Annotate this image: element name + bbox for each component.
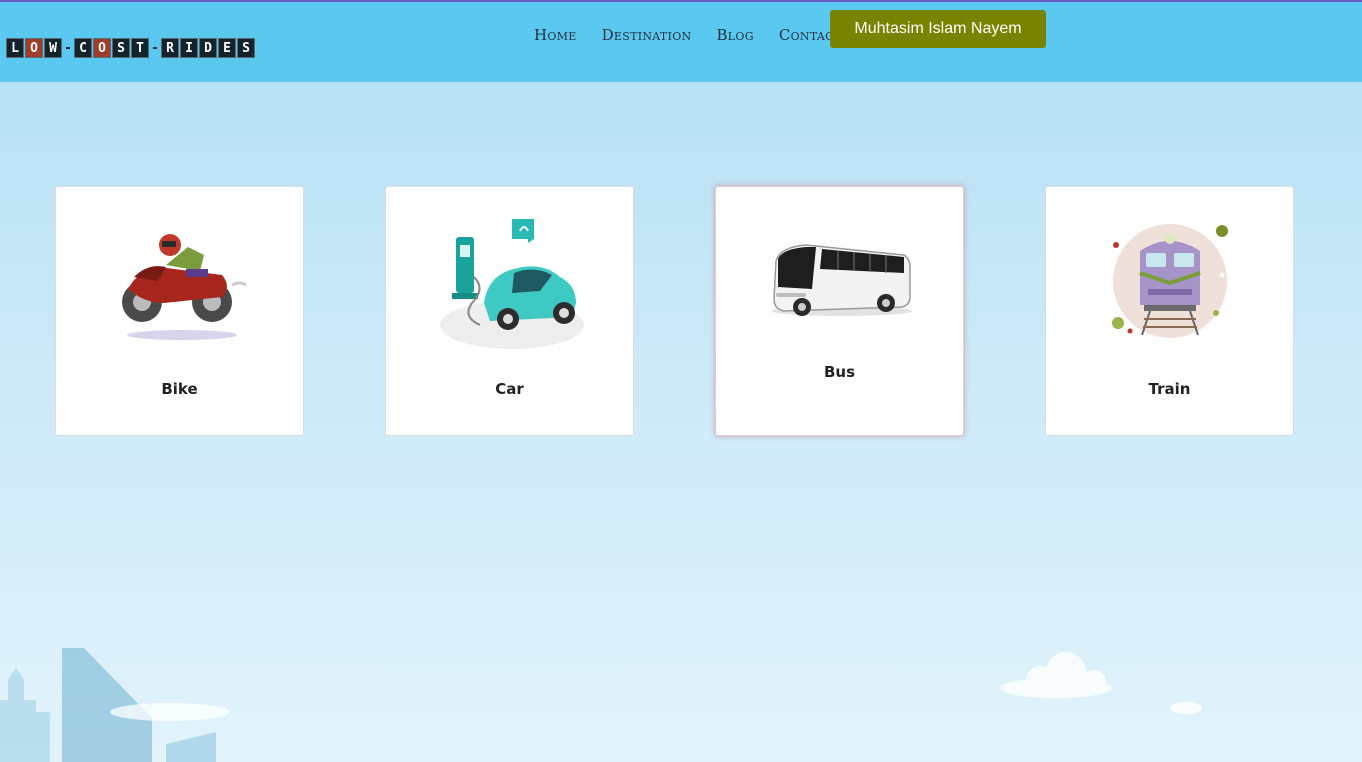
logo-letter: O [93,38,111,58]
vehicle-card-train[interactable]: Train [1045,186,1294,436]
electric-car-icon [440,219,584,349]
vehicle-label: Bike [161,380,198,398]
site-logo[interactable]: L O W - C O S T - R I D E S [6,38,256,58]
logo-letter: R [161,38,179,58]
logo-letter: L [6,38,24,58]
cityscape-illustration [0,648,1202,762]
logo-letter: T [131,38,149,58]
site-header: L O W - C O S T - R I D E S Home Destina… [0,2,1362,82]
vehicle-card-bus[interactable]: Bus [715,186,964,436]
logo-letter: I [180,38,198,58]
main-nav: Home Destination Blog Contact [534,26,866,44]
nav-blog[interactable]: Blog [716,26,753,44]
logo-letter: C [74,38,92,58]
nav-home[interactable]: Home [534,26,577,44]
vehicle-card-car[interactable]: Car [385,186,634,436]
logo-letter: W [44,38,62,58]
vehicle-label: Train [1148,380,1191,398]
logo-letter: E [218,38,236,58]
nav-destination[interactable]: Destination [602,26,692,44]
logo-letter: - [151,40,159,56]
vehicle-label: Car [495,380,524,398]
train-icon [1112,224,1228,338]
vehicle-card-bike[interactable]: Bike [55,186,304,436]
bus-icon [772,244,912,316]
logo-letter: S [112,38,130,58]
logo-letter: D [199,38,217,58]
motorbike-icon [122,234,247,340]
logo-letter: O [25,38,43,58]
user-profile-button[interactable]: Muhtasim Islam Nayem [830,10,1046,48]
logo-letter: S [237,38,255,58]
vehicle-label: Bus [823,363,856,381]
logo-letter: - [64,40,72,56]
